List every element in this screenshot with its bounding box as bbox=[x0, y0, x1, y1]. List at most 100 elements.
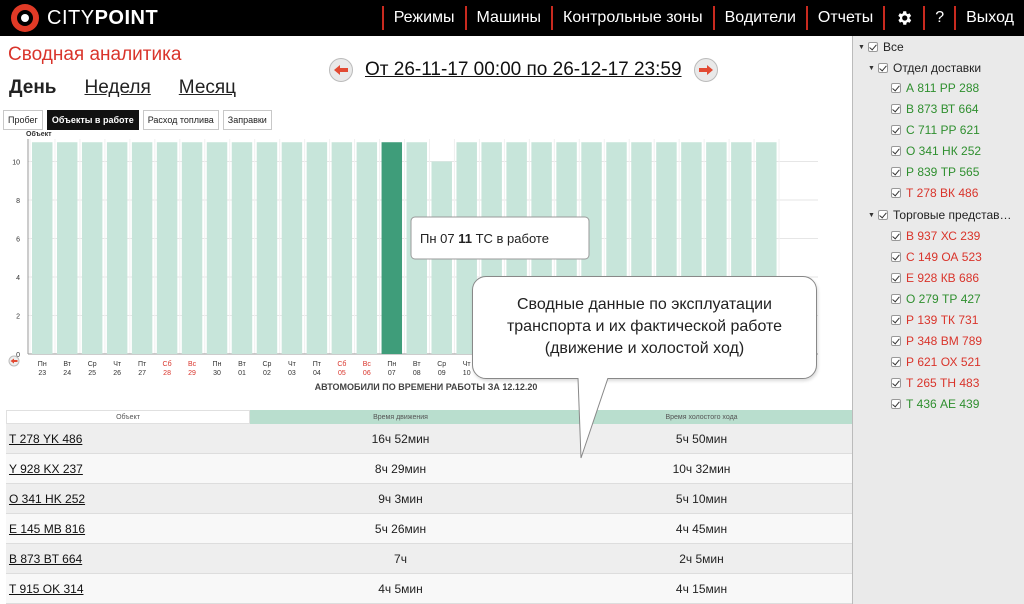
checkbox[interactable] bbox=[891, 146, 901, 156]
tree-item[interactable]: Р 621 ОХ 521 bbox=[891, 354, 981, 370]
checkbox[interactable] bbox=[891, 378, 901, 388]
tree-root[interactable]: ▼ Все bbox=[858, 39, 904, 55]
tree-item[interactable]: А 811 РР 288 bbox=[891, 80, 979, 96]
checkbox[interactable] bbox=[878, 210, 888, 220]
tree-group-delivery[interactable]: ▼ Отдел доставки bbox=[868, 60, 981, 76]
next-range-button[interactable] bbox=[693, 58, 718, 82]
tree-item[interactable]: Т 265 ТН 483 bbox=[891, 375, 979, 391]
tab-refuels[interactable]: Заправки bbox=[222, 110, 272, 130]
chart-bar bbox=[331, 142, 353, 354]
tree-item[interactable]: Е 928 КВ 686 bbox=[891, 270, 979, 286]
tree-item[interactable]: В 937 ХС 239 bbox=[891, 228, 980, 244]
checkbox[interactable] bbox=[891, 252, 901, 262]
tree-item-label: А 811 РР 288 bbox=[906, 81, 980, 95]
range-text[interactable]: От 26-11-17 00:00 по 26-12-17 23:59 bbox=[365, 59, 682, 81]
tree-item[interactable]: Р 139 ТК 731 bbox=[891, 312, 978, 328]
tooltip-day: Пн 07 bbox=[420, 231, 458, 246]
tree-root-label: Все bbox=[883, 40, 904, 54]
x-tick-day: Ср bbox=[262, 361, 271, 368]
checkbox[interactable] bbox=[878, 63, 888, 73]
chart-bar bbox=[306, 142, 328, 354]
checkbox[interactable] bbox=[891, 294, 901, 304]
nav-vehicles[interactable]: Машины bbox=[464, 6, 552, 30]
expand-icon[interactable]: ▼ bbox=[868, 65, 875, 72]
x-tick-day: Вт bbox=[238, 361, 246, 368]
row-idle-time: 4ч 15мин bbox=[675, 581, 728, 596]
callout-bubble: Сводные данные по эксплуатации транспорт… bbox=[472, 276, 817, 379]
tree-item[interactable]: О 341 НК 252 bbox=[891, 143, 981, 159]
expand-icon[interactable]: ▼ bbox=[858, 44, 865, 51]
checkbox[interactable] bbox=[891, 399, 901, 409]
tree-item[interactable]: О 279 ТР 427 bbox=[891, 291, 981, 307]
tree-item-label: Т 265 ТН 483 bbox=[906, 376, 980, 390]
main-nav: Режимы Машины Контрольные зоны Водители … bbox=[381, 0, 1024, 36]
callout-tail bbox=[577, 378, 609, 459]
checkbox[interactable] bbox=[891, 188, 901, 198]
prev-range-button[interactable] bbox=[329, 58, 353, 82]
period-day[interactable]: День bbox=[9, 77, 57, 99]
y-tick-label: 6 bbox=[16, 236, 20, 243]
checkbox[interactable] bbox=[891, 273, 901, 283]
gear-icon bbox=[898, 11, 912, 25]
row-object-link[interactable]: E 145 MB 816 bbox=[6, 522, 250, 536]
chart-bar bbox=[356, 142, 378, 354]
tree-item-label: Е 928 КВ 686 bbox=[906, 271, 980, 285]
tree-group-sales[interactable]: ▼ Торговые представ… bbox=[868, 207, 1012, 223]
x-tick-day: Пт bbox=[138, 361, 147, 368]
expand-icon[interactable]: ▼ bbox=[868, 212, 875, 219]
tree-item[interactable]: В 873 ВТ 664 bbox=[891, 101, 979, 117]
tree-group-label: Торговые представ… bbox=[893, 208, 1012, 222]
checkbox[interactable] bbox=[891, 167, 901, 177]
checkbox[interactable] bbox=[891, 104, 901, 114]
tree-item[interactable]: Р 839 ТР 565 bbox=[891, 164, 979, 180]
logout-button[interactable]: Выход bbox=[954, 6, 1024, 30]
chart-bar bbox=[81, 142, 103, 354]
checkbox[interactable] bbox=[868, 42, 878, 52]
tree-item-label: Р 621 ОХ 521 bbox=[906, 355, 981, 369]
x-tick-date: 02 bbox=[263, 370, 271, 377]
callout-line: Сводные данные по эксплуатации bbox=[517, 296, 772, 313]
th-move-time[interactable]: Время движения bbox=[250, 410, 551, 424]
checkbox[interactable] bbox=[891, 231, 901, 241]
tree-item[interactable]: Т 278 ВК 486 bbox=[891, 185, 978, 201]
nav-modes[interactable]: Режимы bbox=[381, 6, 465, 30]
period-month[interactable]: Месяц bbox=[179, 77, 236, 99]
chart-bar bbox=[56, 142, 78, 354]
chart-bar bbox=[106, 142, 128, 354]
tab-objects-in-work[interactable]: Объекты в работе bbox=[46, 110, 139, 130]
period-week[interactable]: Неделя bbox=[85, 77, 151, 99]
table-row: Т 278 YK 486 16ч 52мин 5ч 50мин bbox=[6, 424, 852, 454]
th-object[interactable]: Объект bbox=[6, 410, 250, 424]
checkbox[interactable] bbox=[891, 357, 901, 367]
row-object-link[interactable]: O 341 HK 252 bbox=[6, 492, 250, 506]
row-move-time: 9ч 3мин bbox=[378, 491, 423, 506]
row-object-link[interactable]: Y 928 KX 237 bbox=[6, 462, 250, 476]
x-tick-day: Ср bbox=[437, 361, 446, 368]
help-button[interactable]: ? bbox=[923, 6, 954, 30]
checkbox[interactable] bbox=[891, 83, 901, 93]
tree-item[interactable]: Т 436 АЕ 439 bbox=[891, 396, 979, 412]
nav-reports[interactable]: Отчеты bbox=[805, 6, 883, 30]
checkbox[interactable] bbox=[891, 336, 901, 346]
tab-fuel[interactable]: Расход топлива bbox=[142, 110, 219, 130]
nav-control-zones[interactable]: Контрольные зоны bbox=[551, 6, 713, 30]
tree-item[interactable]: С 711 РР 621 bbox=[891, 122, 980, 138]
x-tick-day: Чт bbox=[288, 361, 297, 368]
settings-button[interactable] bbox=[883, 6, 923, 30]
checkbox[interactable] bbox=[891, 315, 901, 325]
tree-item-label: О 279 ТР 427 bbox=[906, 292, 981, 306]
row-object-link[interactable]: Т 278 YK 486 bbox=[6, 432, 250, 446]
checkbox[interactable] bbox=[891, 125, 901, 135]
row-object-link[interactable]: T 915 OK 314 bbox=[6, 582, 250, 596]
tree-item[interactable]: Р 348 ВМ 789 bbox=[891, 333, 982, 349]
tree-item[interactable]: С 149 ОА 523 bbox=[891, 249, 982, 265]
chart-bar bbox=[231, 142, 253, 354]
row-object-link[interactable]: B 873 BT 664 bbox=[6, 552, 250, 566]
x-tick-date: 29 bbox=[188, 370, 196, 377]
nav-drivers[interactable]: Водители bbox=[712, 6, 806, 30]
tab-mileage[interactable]: Пробег bbox=[3, 110, 43, 130]
tree-group-label: Отдел доставки bbox=[893, 61, 982, 75]
logo[interactable]: CITYPOINT bbox=[11, 4, 158, 32]
x-tick-day: Пн bbox=[387, 361, 396, 368]
chart-bar bbox=[32, 142, 53, 354]
